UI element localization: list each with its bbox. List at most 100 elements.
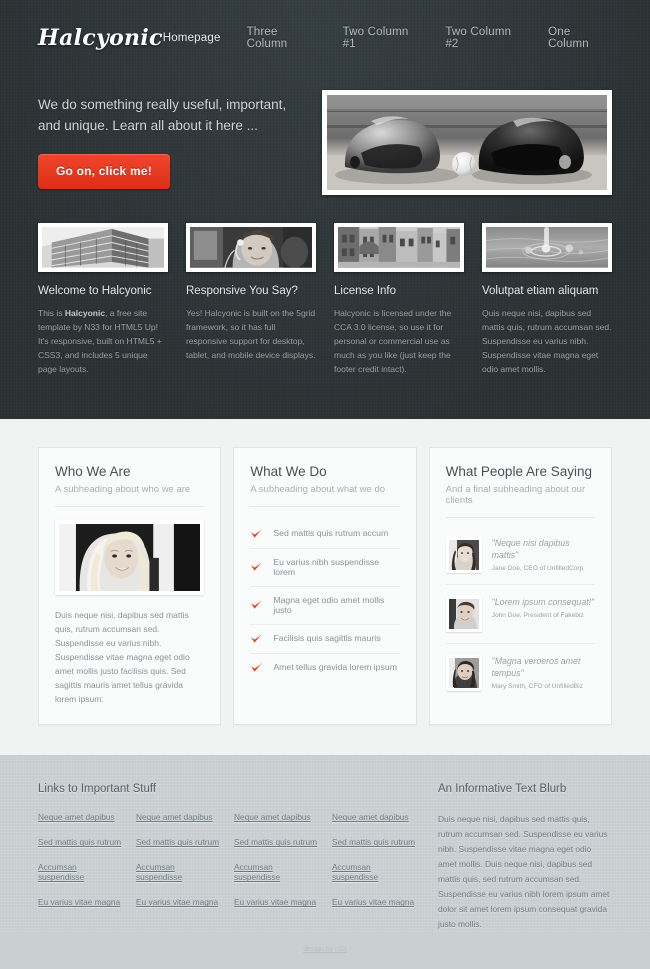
- portrait-frame[interactable]: [55, 519, 205, 596]
- footer-link[interactable]: Sed mattis quis rutrum: [234, 837, 320, 847]
- testimonial-item: "Neque nisi dapibus mattis" Jane Doe, CE…: [445, 531, 595, 585]
- list-item-label: Amet tellus gravida lorem ipsum: [273, 662, 397, 673]
- city-street-photo: [338, 227, 460, 268]
- feature-box-responsive: Responsive You Say? Yes! Halcyonic is bu…: [186, 223, 316, 376]
- footer-links-block: Links to Important Stuff Neque amet dapi…: [38, 783, 418, 932]
- hero-cta-button[interactable]: Go on, click me!: [38, 154, 170, 189]
- feature-title: Responsive You Say?: [186, 284, 298, 297]
- card-title: What We Do: [250, 463, 327, 479]
- nav-item-one-column[interactable]: One Column: [548, 26, 610, 50]
- avatar-frame[interactable]: [445, 536, 482, 573]
- card-testimonials: What People Are Saying And a final subhe…: [428, 446, 612, 726]
- card-subtitle: A subheading about what we do: [250, 484, 400, 507]
- footer-link[interactable]: Sed mattis quis rutrum: [38, 837, 124, 847]
- testimonial-author: John Doe, President of Fakebiz: [491, 611, 584, 619]
- footer-link-column: Neque amet dapibus Sed mattis quis rutru…: [234, 812, 320, 922]
- testimonial-text: "Lorem ipsum consequat!" John Doe, Presi…: [492, 596, 595, 632]
- baseball-helmets-photo: [327, 95, 607, 190]
- feature-image-frame[interactable]: [38, 223, 168, 272]
- list-item-label: Facilisis quis sagittis mauris: [273, 633, 381, 644]
- footer-link[interactable]: Neque amet dapibus: [332, 812, 418, 822]
- main-navigation: Homepage Three Column Two Column #1 Two …: [163, 26, 612, 50]
- top-dark-section: Halcyonic Homepage Three Column Two Colu…: [0, 0, 650, 419]
- footer-link[interactable]: Sed mattis quis rutrum: [332, 837, 418, 847]
- avatar-jane-doe: [448, 539, 479, 570]
- main-content-section: Who We Are A subheading about who we are: [0, 418, 650, 756]
- list-item[interactable]: Amet tellus gravida lorem ipsum: [250, 654, 399, 682]
- footer-link[interactable]: Sed mattis quis rutrum: [136, 837, 222, 847]
- testimonial-item: "Magna veroeros amet tempus" Mary Smith,…: [445, 644, 595, 702]
- nav-item-two-column-1[interactable]: Two Column #1: [343, 26, 420, 50]
- card-subtitle: And a final subheading about our clients: [445, 484, 595, 518]
- what-we-do-list: Sed mattis quis rutrum accum Eu varius n…: [250, 520, 400, 682]
- list-item[interactable]: Sed mattis quis rutrum accum: [250, 520, 400, 549]
- footer-link-column: Neque amet dapibus Sed mattis quis rutru…: [332, 812, 418, 922]
- footer-link[interactable]: Accumsan suspendisse: [234, 862, 320, 882]
- office-building-photo: [42, 227, 164, 268]
- avatar-frame[interactable]: [445, 595, 482, 632]
- hero-text-block: We do something really useful, important…: [38, 88, 300, 195]
- footer-blurb-block: An Informative Text Blurb Duis neque nis…: [438, 783, 612, 932]
- footer-link[interactable]: Accumsan suspendisse: [136, 862, 222, 882]
- hero-section: We do something really useful, important…: [0, 76, 650, 195]
- footer-section: Links to Important Stuff Neque amet dapi…: [0, 755, 650, 933]
- hero-image-wrap: [322, 88, 612, 195]
- card-what-we-do: What We Do A subheading about what we do…: [233, 446, 417, 726]
- man-with-headset-photo: [190, 227, 312, 268]
- footer-link[interactable]: Neque amet dapibus: [136, 812, 222, 822]
- list-item-label: Magna eget odio amet mollis justo: [273, 594, 385, 615]
- testimonial-author: Mary Smith, CFO of UnfilledBiz: [491, 682, 583, 690]
- testimonial-quote: "Neque nisi dapibus mattis": [491, 537, 570, 560]
- testimonial-quote: "Lorem ipsum consequat!": [491, 596, 595, 607]
- footer-link[interactable]: Eu varius vitae magna: [136, 897, 222, 907]
- feature-text: Quis neque nisi, dapibus sed mattis quis…: [482, 307, 612, 374]
- check-icon: [250, 599, 263, 610]
- feature-box-license: License Info Halcyonic is licensed under…: [334, 223, 464, 376]
- list-item[interactable]: Facilisis quis sagittis mauris: [250, 625, 400, 654]
- nav-item-three-column[interactable]: Three Column: [247, 26, 317, 50]
- check-icon: [250, 528, 263, 539]
- feature-image-frame[interactable]: [482, 223, 612, 272]
- water-droplet-photo: [486, 227, 608, 268]
- blonde-woman-portrait-photo: [59, 523, 201, 592]
- site-logo[interactable]: Halcyonic: [38, 25, 163, 51]
- nav-item-two-column-2[interactable]: Two Column #2: [445, 26, 522, 50]
- who-we-are-image-wrap: [55, 519, 205, 596]
- footer-credit-link[interactable]: design by n33: [303, 946, 347, 953]
- footer-link-column: Neque amet dapibus Sed mattis quis rutru…: [136, 812, 222, 922]
- list-item[interactable]: Magna eget odio amet mollis justo: [250, 587, 400, 625]
- footer-links-title: Links to Important Stuff: [38, 783, 157, 796]
- nav-item-homepage[interactable]: Homepage: [163, 32, 221, 44]
- navbar: Halcyonic Homepage Three Column Two Colu…: [0, 0, 650, 76]
- feature-boxes-row: Welcome to Halcyonic This is Halcyonic, …: [0, 195, 650, 418]
- card-title: What People Are Saying: [445, 463, 592, 479]
- list-item[interactable]: Eu varius nibh suspendisse lorem: [250, 549, 400, 587]
- check-icon: [250, 662, 263, 673]
- feature-text: Halcyonic is licensed under the CCA 3.0 …: [334, 307, 452, 374]
- footer-link[interactable]: Neque amet dapibus: [38, 812, 124, 822]
- footer-link[interactable]: Accumsan suspendisse: [332, 862, 418, 882]
- feature-text: This is Halcyonic, a free site template …: [38, 307, 162, 374]
- hero-image-frame: [322, 90, 612, 195]
- card-subtitle: A subheading about who we are: [55, 484, 205, 507]
- footer-link[interactable]: Eu varius vitae magna: [234, 897, 320, 907]
- feature-image-frame[interactable]: [334, 223, 464, 272]
- avatar-john-doe: [448, 598, 479, 629]
- avatar-mary-smith: [448, 657, 479, 688]
- who-we-are-body: Duis neque nisi, dapibus sed mattis quis…: [55, 610, 190, 705]
- footer-link[interactable]: Accumsan suspendisse: [38, 862, 124, 882]
- testimonial-text: "Neque nisi dapibus mattis" Jane Doe, CE…: [492, 537, 595, 573]
- testimonial-item: "Lorem ipsum consequat!" John Doe, Presi…: [445, 585, 595, 644]
- footer-link-columns: Neque amet dapibus Sed mattis quis rutru…: [38, 812, 418, 922]
- feature-box-volutpat: Volutpat etiam aliquam Quis neque nisi, …: [482, 223, 612, 376]
- avatar-frame[interactable]: [445, 654, 482, 691]
- feature-image-frame[interactable]: [186, 223, 316, 272]
- footer-link[interactable]: Eu varius vitae magna: [332, 897, 418, 907]
- feature-title: Welcome to Halcyonic: [38, 284, 152, 297]
- card-who-we-are: Who We Are A subheading about who we are: [38, 446, 222, 726]
- feature-title: License Info: [334, 284, 397, 297]
- footer-link[interactable]: Neque amet dapibus: [234, 812, 320, 822]
- check-icon: [250, 633, 263, 644]
- footer-link-column: Neque amet dapibus Sed mattis quis rutru…: [38, 812, 124, 922]
- footer-link[interactable]: Eu varius vitae magna: [38, 897, 124, 907]
